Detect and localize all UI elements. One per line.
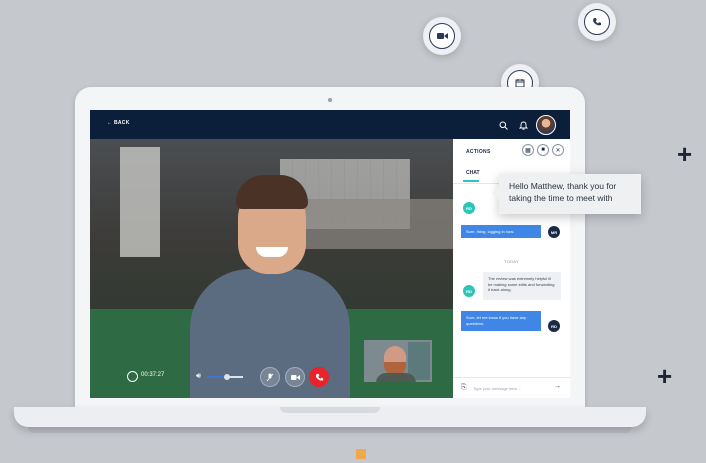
calendar-icon[interactable]: ▦ [522,144,534,156]
panel-title: ACTIONS [466,149,491,155]
back-button[interactable]: ← BACK [107,120,130,126]
floating-phone-button[interactable] [578,3,616,41]
volume-icon[interactable]: 🔊︎ [196,372,201,380]
close-icon[interactable]: ✕ [552,144,564,156]
video-feed: 00:37:27 🔊︎ [90,139,453,398]
message-avatar: RD [463,285,475,297]
video-off-icon [290,374,300,380]
bell-icon[interactable] [516,118,530,132]
search-icon[interactable] [496,118,510,132]
top-bar-icons [496,115,556,135]
message-input-row: ⎘ Type your message here ... → [453,377,570,398]
mic-off-icon [266,373,274,381]
send-arrow-icon[interactable]: → [554,383,561,390]
message-preview-tooltip: Hello Matthew, thank you for taking the … [491,174,641,214]
caller-smile [256,247,288,257]
call-controls: 00:37:27 🔊︎ [90,365,453,391]
top-bar: ← BACK [90,110,570,139]
clock-icon [127,371,138,382]
phone-icon [584,9,610,35]
call-timer: 00:37:27 [141,372,165,378]
hide-video-button[interactable] [285,367,305,387]
laptop-base [14,407,646,427]
mute-mic-button[interactable] [260,367,280,387]
panel-action-icons: ▦ ■ ✕ [522,144,564,156]
caller-hair [236,175,308,209]
volume-slider[interactable] [207,374,243,380]
background-window [120,147,160,257]
webcam-dot [328,98,332,102]
video-camera-icon[interactable]: ■ [537,144,549,156]
floating-video-button[interactable] [423,17,461,55]
end-call-button[interactable] [309,367,329,387]
tab-chat-indicator [463,180,479,182]
volume-knob[interactable] [223,374,230,380]
message-bubble: The review was extremely helpful ill be … [483,272,561,300]
paperclip-icon[interactable]: ⎘ [461,384,467,392]
phone-hangup-icon [315,373,323,381]
app-screen: ← BACK 00:37:27 🔊︎ ACTIONS ▦ ■ ✕ CHAT RD… [90,110,570,398]
background-shelf [290,199,453,249]
tab-chat[interactable]: CHAT [466,170,480,176]
laptop-base-shadow [28,427,632,433]
video-camera-icon [429,23,455,49]
date-divider: TODAY [504,259,519,264]
message-bubble: Sure, let me know if you have any questi… [461,311,541,331]
message-avatar: RD [463,202,475,214]
laptop-notch [280,407,380,413]
plus-decoration-icon: + [657,361,673,391]
message-input[interactable]: Type your message here ... [473,386,521,391]
tooltip-text: Hello Matthew, thank you for taking the … [509,181,617,203]
sparkle-decoration-icon [356,449,366,459]
avatar[interactable] [536,115,556,135]
message-bubble: Sure, thing, logging in now. [461,225,541,238]
plus-decoration-icon: + [677,139,693,169]
message-avatar: RD [548,320,560,332]
message-avatar: MR [548,226,560,238]
